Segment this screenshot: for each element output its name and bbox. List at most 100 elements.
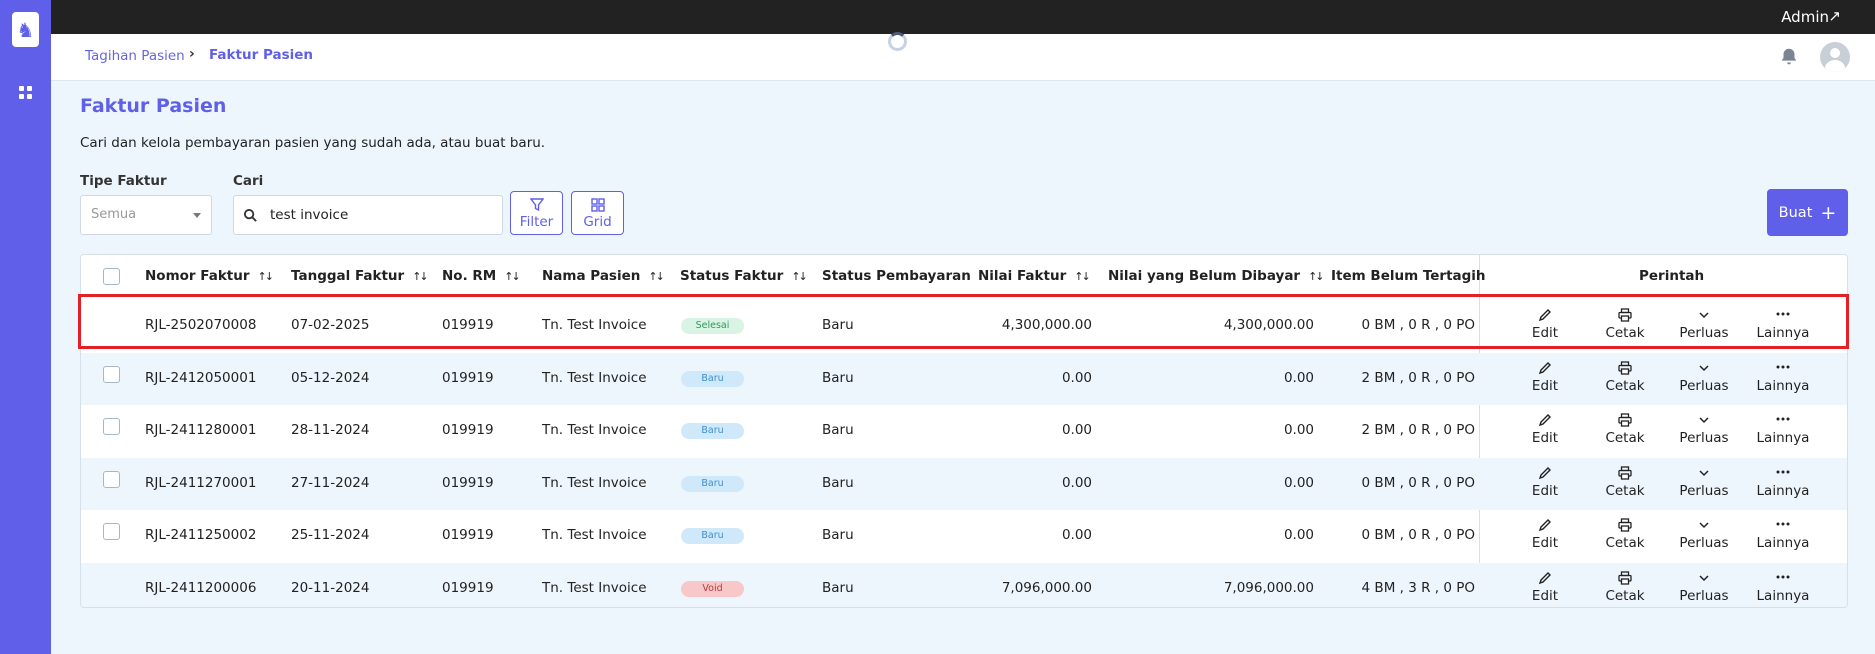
status-badge: Baru xyxy=(681,423,744,440)
cell-no-rm: 019919 xyxy=(442,369,494,386)
expand-button[interactable]: Perluas xyxy=(1674,517,1734,551)
external-link-icon[interactable]: ↗ xyxy=(1828,7,1841,25)
expand-label: Perluas xyxy=(1679,535,1729,552)
expand-label: Perluas xyxy=(1679,588,1729,604)
header-nama-pasien[interactable]: Nama Pasien ↑↓ xyxy=(542,268,665,284)
expand-button[interactable]: Perluas xyxy=(1674,465,1734,499)
row-checkbox[interactable] xyxy=(103,523,120,541)
table-row[interactable]: RJL-2411250002 25-11-2024 019919 Tn. Tes… xyxy=(81,510,1847,562)
sort-icon: ↑↓ xyxy=(1308,270,1325,283)
filter-button[interactable]: Filter xyxy=(510,191,563,235)
chevron-down-icon xyxy=(1699,365,1709,371)
edit-button[interactable]: Edit xyxy=(1515,517,1575,551)
expand-button[interactable]: Perluas xyxy=(1674,412,1734,446)
table-row[interactable]: RJL-2411280001 28-11-2024 019919 Tn. Tes… xyxy=(81,405,1847,457)
print-button[interactable]: Cetak xyxy=(1595,307,1655,341)
more-label: Lainnya xyxy=(1756,430,1810,447)
table-row[interactable]: RJL-2411200006 20-11-2024 019919 Tn. Tes… xyxy=(81,563,1847,607)
more-button[interactable]: Lainnya xyxy=(1753,570,1813,604)
expand-label: Perluas xyxy=(1679,325,1729,341)
tipe-faktur-label: Tipe Faktur xyxy=(80,173,167,189)
print-button[interactable]: Cetak xyxy=(1595,570,1655,604)
bell-icon[interactable] xyxy=(1778,46,1800,68)
app-logo[interactable]: ♞ xyxy=(12,12,39,47)
edit-button[interactable]: Edit xyxy=(1515,307,1575,341)
print-label: Cetak xyxy=(1605,535,1645,552)
header-nilai-belum-dibayar[interactable]: Nilai yang Belum Dibayar ↑↓ xyxy=(1108,268,1325,284)
chevron-down-icon xyxy=(1699,312,1709,319)
cell-no-rm: 019919 xyxy=(442,317,494,333)
breadcrumb-tagihan-pasien[interactable]: Tagihan Pasien xyxy=(85,48,185,64)
more-label: Lainnya xyxy=(1756,482,1810,499)
header-no-rm[interactable]: No. RM ↑↓ xyxy=(442,268,521,284)
loading-spinner-icon xyxy=(888,32,907,51)
edit-button[interactable]: Edit xyxy=(1515,465,1575,499)
edit-label: Edit xyxy=(1531,535,1559,552)
edit-button[interactable]: Edit xyxy=(1515,412,1575,446)
expand-button[interactable]: Perluas xyxy=(1674,360,1734,394)
sort-icon: ↑↓ xyxy=(504,270,521,283)
header-tanggal-faktur[interactable]: Tanggal Faktur ↑↓ xyxy=(291,268,429,284)
sort-icon: ↑↓ xyxy=(648,270,665,283)
more-icon xyxy=(1776,522,1790,526)
cell-nomor-faktur[interactable]: RJL-2502070008 xyxy=(145,317,256,333)
cell-nomor-faktur[interactable]: RJL-2411280001 xyxy=(145,422,256,438)
header-nilai-faktur[interactable]: Nilai Faktur ↑↓ xyxy=(978,268,1091,284)
more-button[interactable]: Lainnya xyxy=(1753,412,1813,446)
print-button[interactable]: Cetak xyxy=(1595,360,1655,394)
cell-status-pembayaran: Baru xyxy=(822,474,854,491)
page-description: Cari dan kelola pembayaran pasien yang s… xyxy=(80,135,546,151)
tipe-faktur-select[interactable]: Semua xyxy=(80,195,212,235)
header-perintah: Perintah xyxy=(1639,268,1705,284)
cell-no-rm: 019919 xyxy=(442,580,494,596)
row-checkbox[interactable] xyxy=(103,470,120,488)
more-label: Lainnya xyxy=(1756,588,1810,604)
expand-button[interactable]: Perluas xyxy=(1674,307,1734,341)
create-button[interactable]: Buat + xyxy=(1767,189,1848,236)
expand-label: Perluas xyxy=(1679,482,1729,499)
header-nama-label: Nama Pasien xyxy=(542,268,641,284)
header-nomor-faktur[interactable]: Nomor Faktur ↑↓ xyxy=(145,268,274,284)
cell-tanggal-faktur: 28-11-2024 xyxy=(291,422,370,439)
cell-status-pembayaran: Baru xyxy=(822,580,854,596)
edit-label: Edit xyxy=(1531,482,1559,499)
breadcrumb-faktur-pasien: Faktur Pasien xyxy=(209,47,314,63)
cell-nama-pasien: Tn. Test Invoice xyxy=(542,580,647,596)
table-row[interactable]: RJL-2411270001 27-11-2024 019919 Tn. Tes… xyxy=(81,457,1847,510)
select-all-checkbox[interactable] xyxy=(103,268,120,285)
print-label: Cetak xyxy=(1605,430,1645,447)
grid-button[interactable]: Grid xyxy=(571,191,624,235)
header-tanggal-label: Tanggal Faktur xyxy=(291,268,405,284)
more-button[interactable]: Lainnya xyxy=(1753,360,1813,394)
expand-button[interactable]: Perluas xyxy=(1674,570,1734,604)
more-button[interactable]: Lainnya xyxy=(1753,517,1813,551)
chevron-down-icon xyxy=(1699,522,1709,529)
edit-button[interactable]: Edit xyxy=(1515,570,1575,604)
edit-label: Edit xyxy=(1531,325,1559,341)
cell-item-belum-tertagih: 0 BM , 0 R , 0 PO xyxy=(1361,527,1475,544)
cari-label: Cari xyxy=(233,173,264,189)
edit-button[interactable]: Edit xyxy=(1515,360,1575,394)
print-button[interactable]: Cetak xyxy=(1595,412,1655,446)
more-label: Lainnya xyxy=(1756,535,1810,552)
row-checkbox[interactable] xyxy=(103,418,120,436)
user-name[interactable]: Admin xyxy=(1781,8,1829,26)
cell-nomor-faktur[interactable]: RJL-2412050001 xyxy=(145,370,256,386)
cell-nama-pasien: Tn. Test Invoice xyxy=(542,422,647,439)
more-button[interactable]: Lainnya xyxy=(1753,465,1813,499)
cell-nomor-faktur[interactable]: RJL-2411270001 xyxy=(145,475,256,491)
search-input[interactable] xyxy=(270,205,490,225)
more-button[interactable]: Lainnya xyxy=(1753,307,1813,341)
dashboard-grid-icon[interactable] xyxy=(19,86,32,99)
more-icon xyxy=(1776,575,1790,579)
avatar[interactable] xyxy=(1820,42,1850,72)
header-status-faktur[interactable]: Status Faktur ↑↓ xyxy=(680,268,808,284)
row-checkbox[interactable] xyxy=(103,365,120,383)
filter-label: Filter xyxy=(519,214,554,230)
cell-nomor-faktur[interactable]: RJL-2411200006 xyxy=(145,580,256,596)
print-button[interactable]: Cetak xyxy=(1595,465,1655,499)
cell-nomor-faktur[interactable]: RJL-2411250002 xyxy=(145,527,256,543)
table-row[interactable]: RJL-2502070008 07-02-2025 019919 Tn. Tes… xyxy=(81,300,1847,352)
print-button[interactable]: Cetak xyxy=(1595,517,1655,551)
table-row[interactable]: RJL-2412050001 05-12-2024 019919 Tn. Tes… xyxy=(81,352,1847,405)
